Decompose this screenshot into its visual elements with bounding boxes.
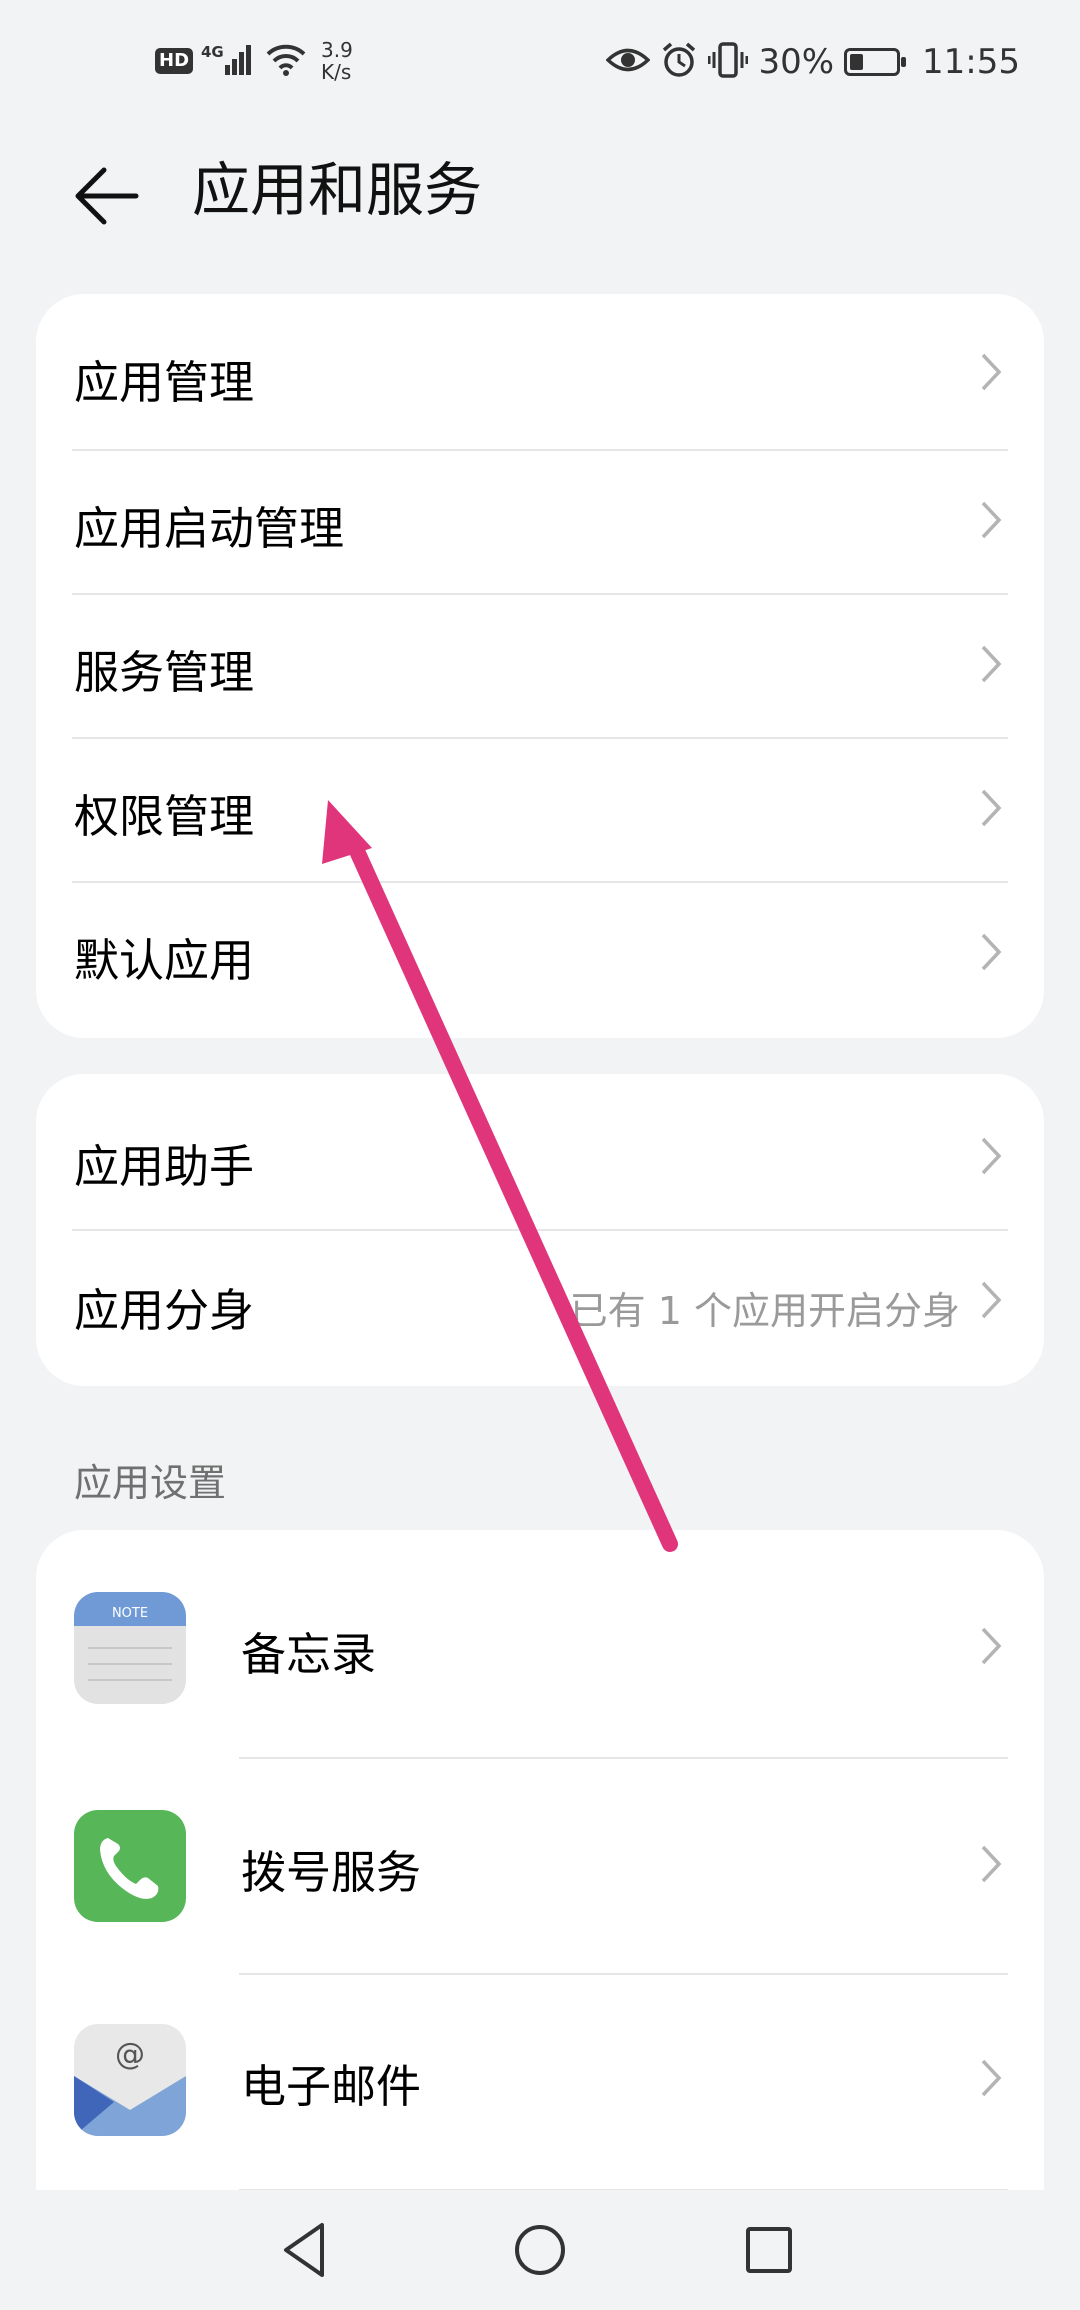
- status-bar-left: HD 4G 3.9 K/s: [155, 36, 353, 86]
- chevron-right-icon: [981, 1137, 1002, 1175]
- menu-item-app-assistant[interactable]: 应用助手: [36, 1074, 1044, 1230]
- chevron-right-icon: [981, 1845, 1002, 1883]
- back-arrow-icon: [75, 167, 139, 225]
- menu-item-label: 应用分身: [74, 1284, 255, 1337]
- settings-group-assist: 应用助手 应用分身 已有 1 个应用开启分身: [36, 1074, 1044, 1386]
- menu-item-default-apps[interactable]: 默认应用: [36, 882, 1044, 1038]
- battery-percent: 30%: [758, 42, 835, 82]
- battery-fill: [850, 54, 864, 70]
- circle-home-icon: [515, 2225, 565, 2275]
- nav-recents-button[interactable]: [734, 2215, 804, 2285]
- svg-text:@: @: [115, 2037, 145, 2072]
- hd-badge: HD: [155, 48, 194, 74]
- app-item-label: 拨号服务: [241, 1846, 422, 1899]
- menu-item-service-management[interactable]: 服务管理: [36, 594, 1044, 738]
- alarm-icon: [660, 41, 698, 83]
- app-item-email[interactable]: @ 电子邮件: [36, 1974, 1044, 2190]
- app-settings-list: NOTE 备忘录 拨号服务 @ 电子邮件: [36, 1530, 1044, 2290]
- back-button[interactable]: [70, 150, 150, 230]
- chevron-right-icon: [981, 645, 1002, 683]
- battery-icon: [844, 48, 907, 76]
- chevron-right-icon: [981, 1627, 1002, 1665]
- menu-item-app-twin[interactable]: 应用分身 已有 1 个应用开启分身: [36, 1230, 1044, 1386]
- chevron-right-icon: [981, 933, 1002, 971]
- notepad-app-icon: NOTE: [74, 1592, 186, 1704]
- nav-back-button[interactable]: [272, 2215, 342, 2285]
- navigation-bar: [0, 2190, 1080, 2310]
- vibrate-icon: [707, 42, 749, 82]
- status-bar-right: 30% 11:55: [605, 30, 1020, 94]
- status-bar: HD 4G 3.9 K/s 30% 11:55: [0, 0, 1080, 120]
- app-item-label: 电子邮件: [241, 2060, 422, 2113]
- net-speed-unit: K/s: [321, 60, 352, 84]
- menu-item-label: 权限管理: [74, 790, 255, 843]
- settings-group-main: 应用管理 应用启动管理 服务管理 权限管理 默认应用: [36, 294, 1044, 1038]
- square-recents-icon: [746, 2227, 792, 2273]
- chevron-right-icon: [981, 789, 1002, 827]
- chevron-right-icon: [981, 353, 1002, 391]
- menu-item-value: 已有 1 个应用开启分身: [569, 1289, 960, 1333]
- email-app-icon: @: [74, 2024, 186, 2136]
- chevron-right-icon: [981, 2059, 1002, 2097]
- page-title: 应用和服务: [192, 156, 483, 224]
- menu-item-permission-management[interactable]: 权限管理: [36, 738, 1044, 882]
- menu-item-label: 服务管理: [74, 646, 255, 699]
- menu-item-label: 应用助手: [74, 1140, 255, 1193]
- clock: 11:55: [922, 42, 1020, 82]
- svg-text:4G: 4G: [201, 43, 224, 61]
- chevron-right-icon: [981, 1281, 1002, 1319]
- chevron-right-icon: [981, 501, 1002, 539]
- net-speed-value: 3.9: [321, 38, 353, 62]
- app-item-dialer[interactable]: 拨号服务: [36, 1758, 1044, 1974]
- app-item-label: 备忘录: [241, 1628, 377, 1681]
- header: 应用和服务: [0, 140, 1080, 240]
- wifi-icon: [265, 42, 307, 80]
- menu-item-label: 默认应用: [74, 934, 255, 987]
- app-item-notes[interactable]: NOTE 备忘录: [36, 1530, 1044, 1758]
- menu-item-label: 应用管理: [74, 356, 255, 409]
- triangle-back-icon: [284, 2223, 324, 2277]
- menu-item-label: 应用启动管理: [74, 502, 345, 555]
- svg-text:NOTE: NOTE: [112, 1606, 148, 1621]
- menu-item-startup-management[interactable]: 应用启动管理: [36, 450, 1044, 594]
- eye-comfort-icon: [605, 45, 651, 79]
- signal-icon: 4G: [201, 41, 257, 81]
- section-title-app-settings: 应用设置: [74, 1461, 227, 1505]
- nav-home-button[interactable]: [505, 2215, 575, 2285]
- net-speed: 3.9 K/s: [321, 39, 353, 83]
- phone-app-icon: [74, 1810, 186, 1922]
- menu-item-app-management[interactable]: 应用管理: [36, 294, 1044, 450]
